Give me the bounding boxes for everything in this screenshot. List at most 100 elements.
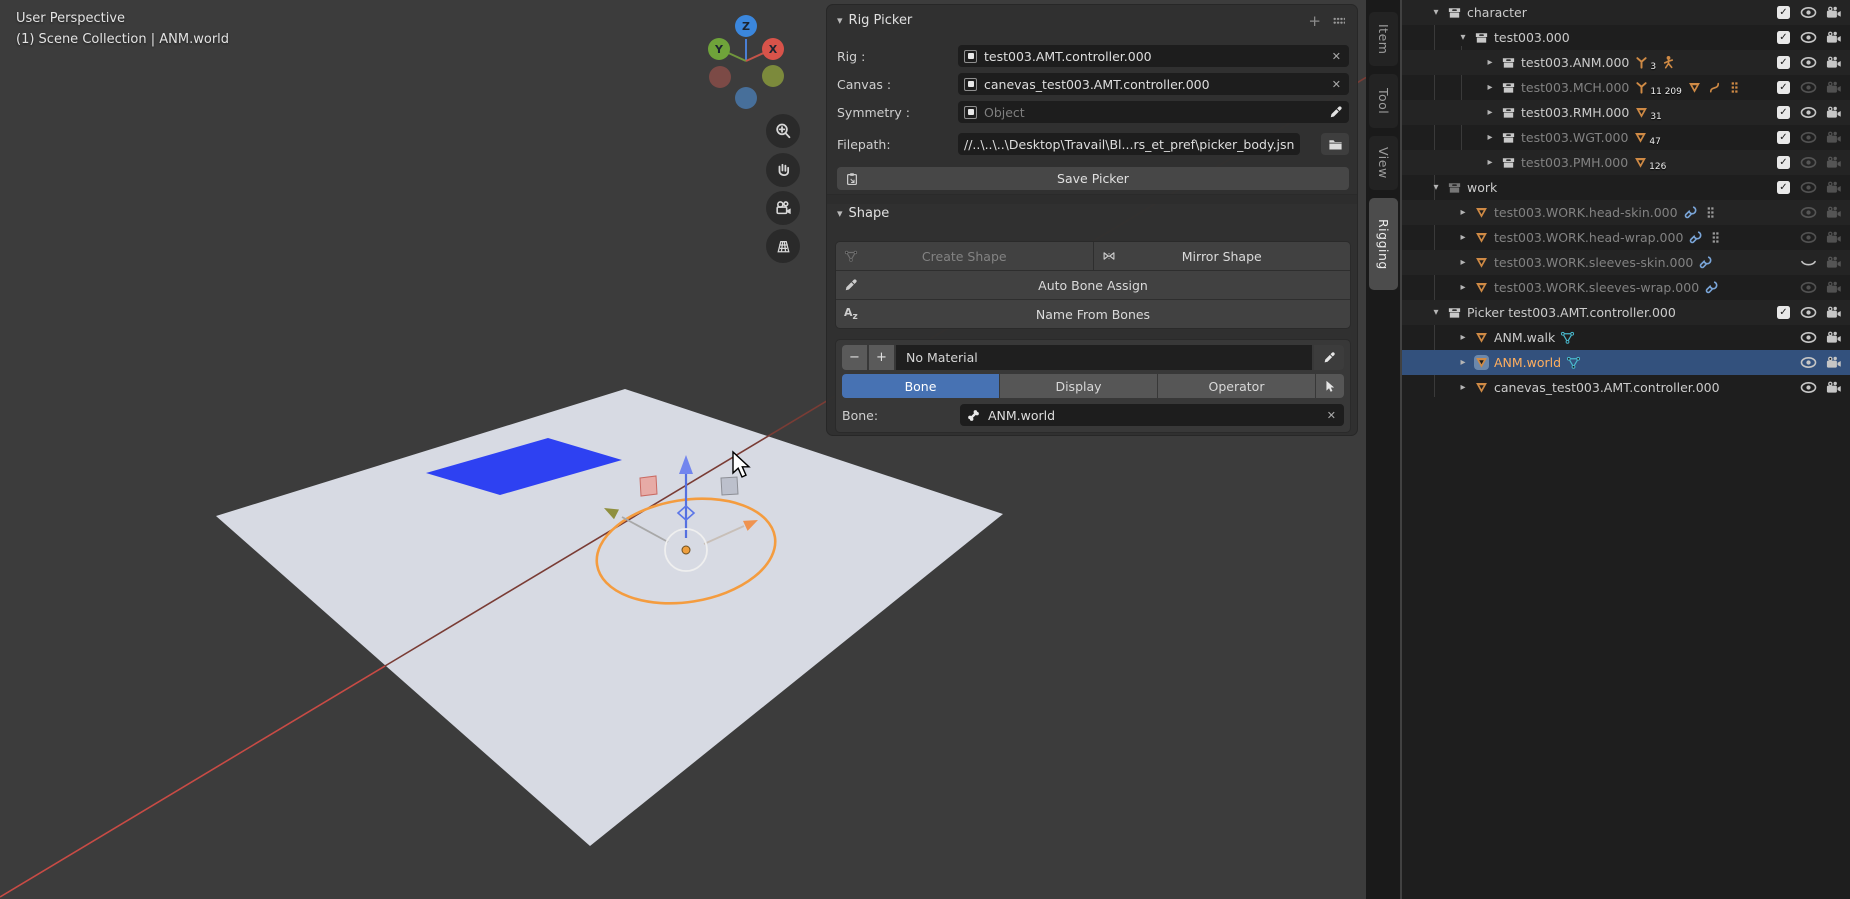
expander-icon[interactable]: ▸: [1484, 57, 1496, 68]
ortho-toggle-button[interactable]: [766, 229, 800, 263]
camera-toggle-icon[interactable]: [1825, 329, 1842, 346]
collapse-chevron-icon[interactable]: ▾: [837, 207, 843, 220]
camera-toggle-icon[interactable]: [1825, 4, 1842, 21]
camera-toggle-icon[interactable]: [1825, 104, 1842, 121]
shape-subpanel-header[interactable]: ▾Shape: [837, 206, 889, 221]
eye-toggle-icon[interactable]: [1800, 304, 1817, 321]
collection-checkbox[interactable]: ✓: [1777, 56, 1790, 69]
tab-view[interactable]: View: [1369, 136, 1398, 190]
collection-checkbox[interactable]: ✓: [1777, 156, 1790, 169]
filepath-field[interactable]: //..\..\..\Desktop\Travail\Bl...rs_et_pr…: [958, 133, 1300, 155]
camera-toggle-icon[interactable]: [1825, 379, 1842, 396]
outliner-row[interactable]: ▸test003.WORK.head-wrap.000: [1402, 225, 1850, 250]
rig-field[interactable]: test003.AMT.controller.000 ✕: [958, 45, 1349, 67]
eye-toggle-icon[interactable]: [1800, 54, 1817, 71]
camera-toggle-icon[interactable]: [1825, 254, 1842, 271]
eye-toggle-icon[interactable]: [1800, 79, 1817, 96]
eyedropper-icon[interactable]: [1329, 105, 1343, 119]
navigation-gizmo[interactable]: Z Y X: [700, 12, 792, 112]
camera-toggle-icon[interactable]: [1825, 204, 1842, 221]
auto-bone-assign-button[interactable]: Auto Bone Assign: [836, 271, 1350, 299]
outliner-row[interactable]: ▸test003.PMH.000126✓: [1402, 150, 1850, 175]
save-picker-button[interactable]: Save Picker: [837, 167, 1349, 190]
collection-checkbox[interactable]: ✓: [1777, 106, 1790, 119]
camera-toggle-icon[interactable]: [1825, 354, 1842, 371]
tab-operator[interactable]: Operator: [1158, 374, 1315, 398]
eye-toggle-icon[interactable]: [1800, 204, 1817, 221]
camera-toggle-icon[interactable]: [1825, 304, 1842, 321]
collection-checkbox[interactable]: ✓: [1777, 81, 1790, 94]
eye-toggle-icon[interactable]: [1800, 279, 1817, 296]
tab-tool[interactable]: Tool: [1369, 74, 1398, 128]
expander-icon[interactable]: ▸: [1457, 282, 1469, 293]
outliner-row[interactable]: ▸test003.WORK.sleeves-wrap.000: [1402, 275, 1850, 300]
material-eyedropper-button[interactable]: [1314, 345, 1344, 370]
panel-header[interactable]: ▾Rig Picker: [837, 13, 912, 28]
expander-icon[interactable]: ▾: [1430, 182, 1442, 193]
expander-icon[interactable]: ▾: [1430, 307, 1442, 318]
expander-icon[interactable]: ▸: [1484, 132, 1496, 143]
axis-ball-x-neg[interactable]: [709, 66, 731, 88]
outliner-row[interactable]: ▸ANM.walk: [1402, 325, 1850, 350]
tab-bone[interactable]: Bone: [842, 374, 999, 398]
expander-icon[interactable]: ▸: [1457, 257, 1469, 268]
outliner-row[interactable]: ▾character✓: [1402, 0, 1850, 25]
outliner-row[interactable]: ▾work✓: [1402, 175, 1850, 200]
outliner-row[interactable]: ▾Picker test003.AMT.controller.000✓: [1402, 300, 1850, 325]
axis-ball-z[interactable]: Z: [735, 15, 757, 37]
cursor-mode-button[interactable]: [1316, 374, 1344, 398]
outliner-row[interactable]: ▸canevas_test003.AMT.controller.000: [1402, 375, 1850, 400]
expander-icon[interactable]: ▸: [1457, 332, 1469, 343]
axis-ball-x[interactable]: X: [762, 38, 784, 60]
outliner-row[interactable]: ▸ANM.world: [1402, 350, 1850, 375]
axis-ball-z-neg[interactable]: [735, 87, 757, 109]
camera-toggle-icon[interactable]: [1825, 179, 1842, 196]
eye-toggle-icon[interactable]: [1800, 4, 1817, 21]
canvas-field[interactable]: canevas_test003.AMT.controller.000 ✕: [958, 73, 1349, 95]
material-remove-button[interactable]: −: [842, 345, 867, 370]
name-from-bones-button[interactable]: Az Name From Bones: [836, 300, 1350, 328]
camera-toggle-icon[interactable]: [1825, 279, 1842, 296]
camera-toggle-icon[interactable]: [1825, 54, 1842, 71]
eye-toggle-icon[interactable]: [1800, 229, 1817, 246]
expander-icon[interactable]: ▸: [1484, 157, 1496, 168]
eye-toggle-icon[interactable]: [1800, 29, 1817, 46]
eye-toggle-icon[interactable]: [1800, 354, 1817, 371]
clear-rig-icon[interactable]: ✕: [1330, 50, 1343, 63]
expander-icon[interactable]: ▾: [1430, 7, 1442, 18]
expander-icon[interactable]: ▸: [1484, 107, 1496, 118]
expander-icon[interactable]: ▾: [1457, 32, 1469, 43]
collection-checkbox[interactable]: ✓: [1777, 306, 1790, 319]
camera-toggle-icon[interactable]: [1825, 154, 1842, 171]
outliner-row[interactable]: ▸test003.MCH.00011 209✓: [1402, 75, 1850, 100]
expander-icon[interactable]: ▸: [1457, 357, 1469, 368]
tab-display[interactable]: Display: [1000, 374, 1157, 398]
clear-canvas-icon[interactable]: ✕: [1330, 78, 1343, 91]
eye-toggle-icon[interactable]: [1800, 329, 1817, 346]
outliner-row[interactable]: ▸test003.ANM.0003✓: [1402, 50, 1850, 75]
camera-toggle-icon[interactable]: [1825, 129, 1842, 146]
browse-file-button[interactable]: [1321, 133, 1349, 155]
outliner-row[interactable]: ▸test003.WGT.00047✓: [1402, 125, 1850, 150]
eye-toggle-icon[interactable]: [1800, 179, 1817, 196]
clear-bone-icon[interactable]: ✕: [1325, 409, 1338, 422]
camera-toggle-icon[interactable]: [1825, 29, 1842, 46]
gizmo-plane-handle-y[interactable]: [721, 477, 738, 495]
outliner-row[interactable]: ▸test003.WORK.head-skin.000: [1402, 200, 1850, 225]
expander-icon[interactable]: ▸: [1457, 207, 1469, 218]
pin-plus-icon[interactable]: +: [1308, 15, 1321, 27]
outliner-row[interactable]: ▾test003.000✓: [1402, 25, 1850, 50]
gizmo-plane-handle-x[interactable]: [640, 476, 657, 496]
symmetry-field[interactable]: Object: [958, 101, 1349, 123]
material-add-button[interactable]: +: [869, 345, 894, 370]
eye-toggle-icon[interactable]: [1800, 154, 1817, 171]
expander-icon[interactable]: ▸: [1457, 232, 1469, 243]
collection-checkbox[interactable]: ✓: [1777, 6, 1790, 19]
camera-toggle-icon[interactable]: [1825, 229, 1842, 246]
collection-checkbox[interactable]: ✓: [1777, 131, 1790, 144]
outliner-row[interactable]: ▸test003.RMH.00031✓: [1402, 100, 1850, 125]
eye-toggle-icon[interactable]: [1800, 379, 1817, 396]
eye-toggle-icon[interactable]: [1800, 104, 1817, 121]
eye-toggle-icon[interactable]: [1800, 129, 1817, 146]
collapse-chevron-icon[interactable]: ▾: [837, 14, 843, 27]
